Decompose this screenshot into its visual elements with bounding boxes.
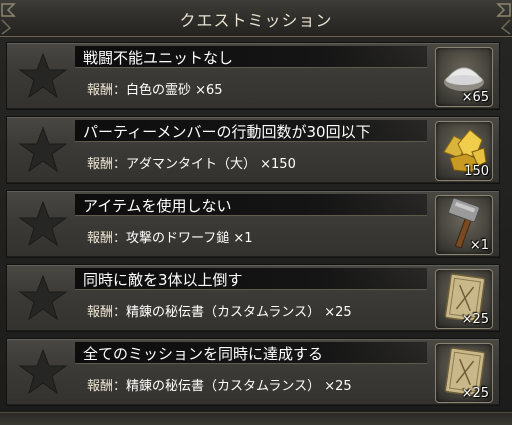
reward-quantity: ×25 [461, 312, 489, 327]
reward-item-slot[interactable]: ×25 [435, 269, 493, 329]
reward-value: 精錬の秘伝書（カスタムランス） ×25 [126, 379, 352, 394]
mission-reward: 報酬：攻撃のドワーフ鎚 ×1 [87, 227, 253, 246]
reward-value: 白色の霊砂 ×65 [126, 83, 223, 98]
reward-label: 報酬： [87, 305, 127, 320]
mission-row: パーティーメンバーの行動回数が30回以下 報酬：アダマンタイト（大） ×150 … [6, 116, 500, 184]
reward-value: アダマンタイト（大） ×150 [126, 157, 296, 172]
reward-item-slot[interactable]: ×25 [435, 343, 493, 403]
reward-quantity: ×1 [469, 238, 489, 253]
mission-panel: クエストミッション 戦闘不能ユニットなし 報酬：白色の霊砂 ×65 ×65 パー… [0, 0, 512, 425]
mission-reward: 報酬：精錬の秘伝書（カスタムランス） ×25 [87, 375, 352, 394]
reward-value: 精錬の秘伝書（カスタムランス） ×25 [126, 305, 352, 320]
mission-title: アイテムを使用しない [83, 197, 232, 215]
mission-title-bar: 戦闘不能ユニットなし [75, 46, 427, 68]
mission-title: 全てのミッションを同時に達成する [83, 345, 324, 363]
mission-row: アイテムを使用しない 報酬：攻撃のドワーフ鎚 ×1 ×1 [6, 190, 500, 258]
reward-label: 報酬： [87, 83, 127, 98]
mission-reward: 報酬：精錬の秘伝書（カスタムランス） ×25 [87, 301, 352, 320]
mission-title-bar: 同時に敵を3体以上倒す [75, 268, 427, 290]
mission-row: 戦闘不能ユニットなし 報酬：白色の霊砂 ×65 ×65 [6, 42, 500, 110]
corner-ornament-right-icon [496, 3, 511, 35]
incomplete-star-icon [18, 200, 68, 247]
mission-row: 全てのミッションを同時に達成する 報酬：精錬の秘伝書（カスタムランス） ×25 … [6, 338, 500, 406]
panel-title: クエストミッション [179, 11, 333, 30]
reward-label: 報酬： [87, 231, 127, 246]
reward-item-slot[interactable]: ×1 [435, 195, 493, 255]
mission-reward: 報酬：白色の霊砂 ×65 [87, 79, 223, 98]
reward-quantity: 150 [464, 164, 489, 179]
mission-title: 同時に敵を3体以上倒す [83, 271, 243, 289]
reward-item-slot[interactable]: ×65 [435, 47, 493, 107]
incomplete-star-icon [18, 348, 68, 395]
mission-title: パーティーメンバーの行動回数が30回以下 [83, 123, 371, 141]
reward-label: 報酬： [87, 157, 127, 172]
incomplete-star-icon [18, 274, 68, 321]
mission-row: 同時に敵を3体以上倒す 報酬：精錬の秘伝書（カスタムランス） ×25 ×25 [6, 264, 500, 332]
panel-header: クエストミッション [0, 0, 512, 37]
reward-quantity: ×65 [461, 90, 489, 105]
panel-bottom-strip [0, 412, 512, 425]
mission-title-bar: パーティーメンバーの行動回数が30回以下 [75, 120, 427, 142]
mission-title-bar: アイテムを使用しない [75, 194, 427, 216]
mission-title: 戦闘不能ユニットなし [83, 49, 234, 67]
incomplete-star-icon [18, 126, 68, 173]
reward-item-slot[interactable]: 150 [435, 121, 493, 181]
reward-value: 攻撃のドワーフ鎚 ×1 [126, 231, 253, 246]
reward-quantity: ×25 [461, 386, 489, 401]
incomplete-star-icon [18, 52, 68, 99]
mission-title-bar: 全てのミッションを同時に達成する [75, 342, 427, 364]
mission-reward: 報酬：アダマンタイト（大） ×150 [87, 153, 296, 172]
reward-label: 報酬： [87, 379, 127, 394]
